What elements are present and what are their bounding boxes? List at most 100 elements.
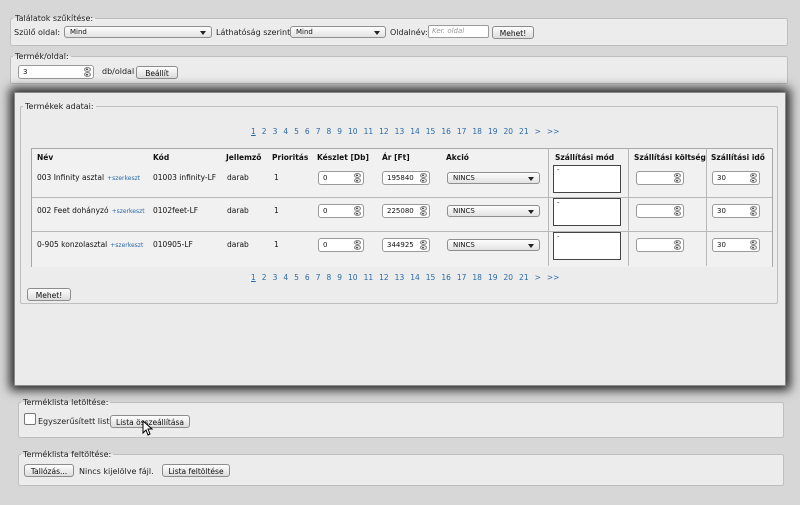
page-link[interactable]: 7 (316, 127, 321, 136)
page-link[interactable]: 21 (519, 273, 529, 282)
page-link[interactable]: 12 (379, 127, 389, 136)
number-stepper[interactable]: 30 (712, 171, 760, 185)
stepper-arrows-icon[interactable] (354, 173, 362, 183)
pagename-input[interactable]: Ker. oldal (428, 25, 489, 38)
page-link[interactable]: 12 (379, 273, 389, 282)
page-link[interactable]: 5 (294, 127, 299, 136)
page-link[interactable]: > (535, 127, 541, 136)
product-priority: 1 (274, 240, 279, 249)
no-file-text: Nincs kijelölve fájl. (79, 467, 154, 476)
perpage-stepper[interactable]: 3 (18, 65, 94, 79)
filter-legend: Találatok szűkítése: (15, 14, 94, 23)
page-link[interactable]: 3 (273, 127, 278, 136)
header-action: Akció (446, 153, 469, 162)
stepper-arrows-icon[interactable] (354, 240, 362, 250)
stepper-arrows-icon[interactable] (420, 240, 428, 250)
page-link[interactable]: 14 (410, 127, 420, 136)
page-link[interactable]: 16 (441, 273, 451, 282)
page-link[interactable]: 3 (273, 273, 278, 282)
number-stepper[interactable] (636, 171, 684, 185)
shipping-mode-textarea[interactable]: - (553, 232, 621, 260)
page-link[interactable]: 16 (441, 127, 451, 136)
browse-button[interactable]: Tallózás... (24, 464, 74, 477)
edit-link[interactable]: +szerkeszt (110, 242, 143, 249)
page-link[interactable]: 7 (316, 273, 321, 282)
page-link[interactable]: 20 (504, 127, 514, 136)
stepper-arrows-icon[interactable] (84, 67, 92, 77)
number-stepper[interactable]: 30 (712, 204, 760, 218)
page-link[interactable]: 1 (251, 127, 256, 136)
number-stepper[interactable]: 344925 (382, 238, 430, 252)
header-stock: Készlet [Db] (317, 153, 369, 162)
shipping-mode-textarea[interactable]: - (553, 198, 621, 226)
number-stepper[interactable] (636, 238, 684, 252)
page-link[interactable]: 17 (457, 273, 467, 282)
visibility-select[interactable]: Mind (290, 26, 386, 38)
stepper-arrows-icon[interactable] (420, 206, 428, 216)
stepper-arrows-icon[interactable] (674, 206, 682, 216)
page-link[interactable]: 18 (472, 273, 482, 282)
page-link[interactable]: 5 (294, 273, 299, 282)
edit-link[interactable]: +szerkeszt (107, 175, 140, 182)
pagination-bottom: 1 2 3 4 5 6 7 8 9 10 11 12 13 14 15 16 17 18 19 20 21 > >> (251, 273, 565, 282)
page-link[interactable]: 11 (364, 127, 374, 136)
page-link[interactable]: 8 (326, 127, 331, 136)
page-link[interactable]: 11 (364, 273, 374, 282)
simplified-checkbox[interactable] (24, 413, 36, 425)
products-go-button[interactable]: Mehet! (27, 288, 71, 301)
page-link[interactable]: 2 (262, 127, 267, 136)
perpage-set-button[interactable]: Beállít (136, 66, 178, 79)
header-name: Név (37, 153, 54, 162)
page-link[interactable]: 8 (326, 273, 331, 282)
number-stepper[interactable]: 225080 (382, 204, 430, 218)
page-link[interactable]: >> (547, 273, 560, 282)
download-legend: Terméklista letöltése: (23, 398, 109, 407)
action-select[interactable]: NINCS (447, 239, 540, 251)
page-link[interactable]: 19 (488, 127, 498, 136)
stepper-arrows-icon[interactable] (750, 240, 758, 250)
page-link[interactable]: >> (547, 127, 560, 136)
page-link[interactable]: 21 (519, 127, 529, 136)
action-select[interactable]: NINCS (447, 205, 540, 217)
page-link[interactable]: 18 (472, 127, 482, 136)
page-link[interactable]: 15 (426, 127, 436, 136)
page-link[interactable]: 14 (410, 273, 420, 282)
page-link[interactable]: 10 (348, 127, 358, 136)
page-link[interactable]: 2 (262, 273, 267, 282)
stepper-arrows-icon[interactable] (354, 206, 362, 216)
upload-list-button[interactable]: Lista feltöltése (162, 464, 230, 477)
number-stepper[interactable]: 195840 (382, 171, 430, 185)
page-link[interactable]: 10 (348, 273, 358, 282)
page-link[interactable]: 15 (426, 273, 436, 282)
number-stepper[interactable]: 0 (318, 171, 364, 185)
stepper-arrows-icon[interactable] (674, 173, 682, 183)
page-link[interactable]: 9 (337, 127, 342, 136)
action-select[interactable]: NINCS (447, 172, 540, 184)
number-stepper[interactable] (636, 204, 684, 218)
page-link[interactable]: 4 (283, 273, 288, 282)
page-link[interactable]: 20 (504, 273, 514, 282)
page-link[interactable]: 6 (305, 127, 310, 136)
shipping-mode-textarea[interactable]: - (553, 165, 621, 193)
number-stepper[interactable]: 0 (318, 238, 364, 252)
page-link[interactable]: 13 (395, 273, 405, 282)
number-stepper[interactable]: 0 (318, 204, 364, 218)
page-link[interactable]: 17 (457, 127, 467, 136)
page-link[interactable]: 13 (395, 127, 405, 136)
chevron-down-icon (528, 210, 534, 214)
number-stepper[interactable]: 30 (712, 238, 760, 252)
page-link[interactable]: 9 (337, 273, 342, 282)
page-link[interactable]: > (535, 273, 541, 282)
parent-page-select[interactable]: Mind (64, 26, 212, 38)
page-link[interactable]: 19 (488, 273, 498, 282)
stepper-arrows-icon[interactable] (750, 206, 758, 216)
header-priority: Prioritás (272, 153, 309, 162)
stepper-arrows-icon[interactable] (674, 240, 682, 250)
stepper-arrows-icon[interactable] (420, 173, 428, 183)
stepper-arrows-icon[interactable] (750, 173, 758, 183)
page-link[interactable]: 1 (251, 273, 256, 282)
edit-link[interactable]: +szerkeszt (112, 208, 145, 215)
filter-go-button[interactable]: Mehet! (492, 26, 534, 39)
page-link[interactable]: 6 (305, 273, 310, 282)
page-link[interactable]: 4 (283, 127, 288, 136)
